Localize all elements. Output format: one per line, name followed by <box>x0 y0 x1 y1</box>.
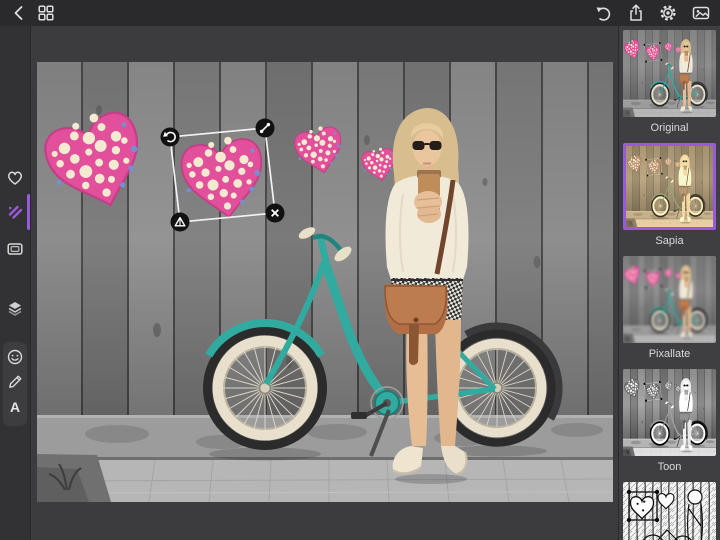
active-tool-indicator <box>27 194 30 230</box>
frame-icon <box>7 243 23 255</box>
heart-icon <box>7 171 23 185</box>
settings-gear-icon <box>660 5 676 21</box>
filter-thumbnail <box>623 482 716 540</box>
filter-pixallate[interactable]: Pixallate <box>623 256 716 366</box>
rotate-handle[interactable] <box>160 127 180 147</box>
filters-panel: Original Sapia Pixallate Toon <box>618 26 720 540</box>
retouch-tool-active[interactable] <box>4 201 26 223</box>
filter-label: Pixallate <box>648 348 691 360</box>
filter-thumbnail <box>623 369 716 456</box>
retouch-icon <box>8 205 23 219</box>
export-share-icon <box>630 4 642 21</box>
photo-library-button[interactable] <box>690 2 712 24</box>
sticker-selection <box>160 118 285 232</box>
photo-library-icon <box>692 6 710 20</box>
selection-frame[interactable] <box>169 127 276 223</box>
filter-label: Original <box>650 122 689 134</box>
delete-handle[interactable] <box>265 203 285 223</box>
layout-grid-button[interactable] <box>35 2 57 24</box>
back-button[interactable] <box>8 2 30 24</box>
left-tool-rail: A <box>0 26 31 540</box>
filter-label: Sapia <box>655 235 684 247</box>
filter-toon[interactable]: Toon <box>623 369 716 479</box>
undo-icon <box>596 7 611 21</box>
undo-button[interactable] <box>592 2 614 24</box>
letter-a-icon: A <box>9 399 21 415</box>
top-toolbar <box>0 0 720 26</box>
sticker-tool[interactable] <box>4 346 26 368</box>
favorites-tool[interactable] <box>4 167 26 189</box>
filter-thumbnail <box>623 256 716 343</box>
text-tool[interactable]: A <box>4 396 26 418</box>
layers-icon <box>8 302 22 316</box>
filter-label: Toon <box>657 461 682 473</box>
smiley-icon <box>7 349 23 365</box>
layers-tool[interactable] <box>4 298 26 320</box>
settings-button[interactable] <box>657 2 679 24</box>
pencil-icon <box>9 375 22 388</box>
back-chevron-icon <box>14 6 23 20</box>
resize-handle[interactable] <box>255 118 275 138</box>
flip-handle[interactable] <box>170 212 190 232</box>
photo-editor-app: A Original Sapia Pixallate Toon <box>0 0 720 540</box>
filter-sapia[interactable]: Sapia <box>623 143 716 253</box>
filter-original[interactable]: Original <box>623 30 716 140</box>
photo-canvas[interactable] <box>37 62 613 502</box>
export-button[interactable] <box>625 2 647 24</box>
layout-grid-icon <box>38 5 54 21</box>
filter-thumbnail <box>623 143 716 230</box>
filter-sketch[interactable] <box>623 482 716 540</box>
frame-tool[interactable] <box>4 238 26 260</box>
filter-thumbnail <box>623 30 716 117</box>
draw-tool[interactable] <box>4 371 26 393</box>
